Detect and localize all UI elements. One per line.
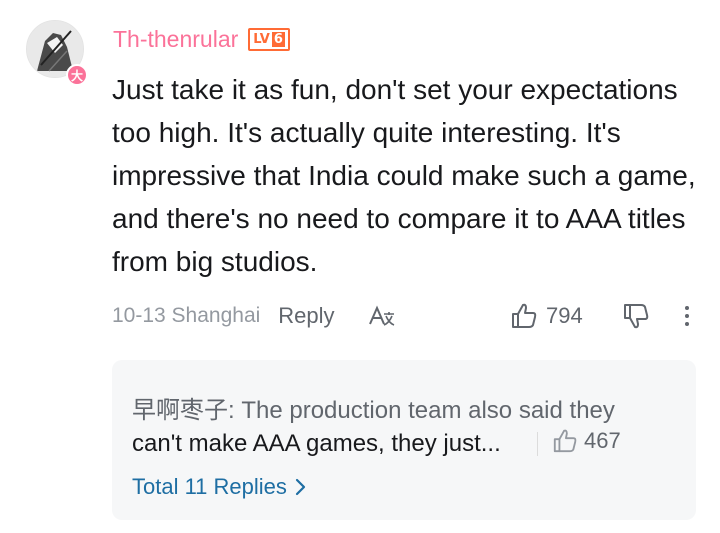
like-count: 794 — [546, 303, 583, 328]
comment-actions: 10-13 Shanghai Reply 794 — [112, 300, 702, 332]
comment-text: Just take it as fun, don't set your expe… — [112, 74, 696, 277]
username-row: Th-thenrular LV 6 — [113, 24, 290, 54]
username[interactable]: Th-thenrular — [113, 24, 238, 54]
level-badge: LV 6 — [248, 27, 290, 51]
translate-icon[interactable] — [367, 304, 397, 328]
like-button[interactable]: 794 — [510, 300, 583, 332]
avatar-badge: 大 — [66, 64, 88, 86]
reply-text-2: can't make AAA games, they just... — [132, 430, 501, 457]
reply-preview[interactable]: 早啊枣子: The production team also said they… — [112, 360, 696, 520]
reply-line-1: 早啊枣子: The production team also said they — [132, 390, 615, 425]
thumbs-down-icon[interactable] — [622, 302, 650, 335]
reply-text-1: : The production team also said they — [228, 397, 615, 424]
divider — [537, 432, 538, 456]
thumbs-up-icon — [512, 303, 537, 328]
reply-like-button[interactable]: 467 — [552, 428, 621, 454]
comment-time-location: 10-13 Shanghai — [112, 304, 261, 327]
total-replies-label: Total 11 Replies — [132, 474, 287, 499]
more-icon[interactable] — [680, 300, 694, 332]
chevron-right-icon — [295, 478, 306, 496]
reply-button[interactable]: Reply — [278, 303, 334, 329]
level-number: 6 — [271, 31, 285, 47]
level-prefix: LV — [253, 31, 270, 47]
avatar[interactable]: 大 — [26, 20, 88, 86]
total-replies-link[interactable]: Total 11 Replies — [132, 474, 307, 500]
reply-author[interactable]: 早啊枣子 — [132, 397, 228, 424]
reply-like-count: 467 — [584, 428, 621, 453]
thumbs-up-icon — [553, 429, 577, 453]
